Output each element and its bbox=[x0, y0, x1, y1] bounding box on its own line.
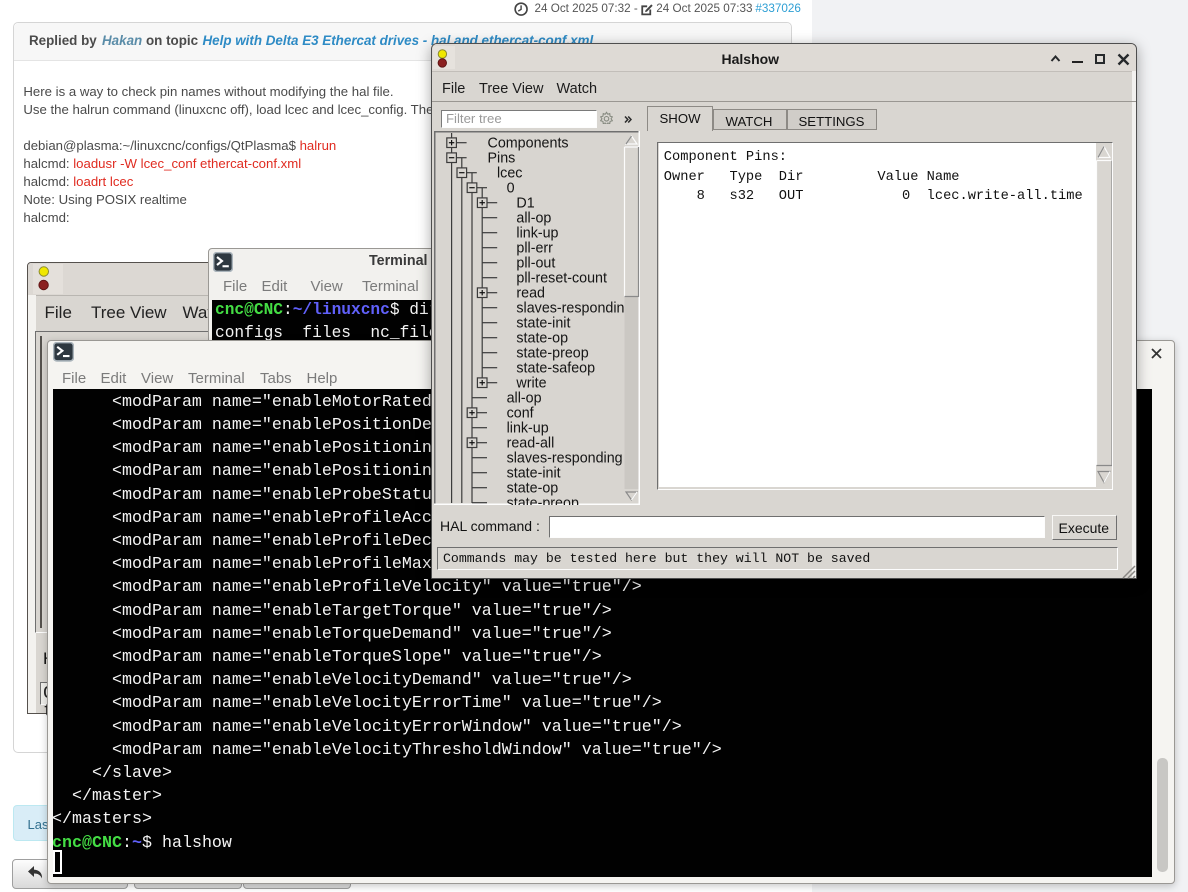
svg-text:pll-out: pll-out bbox=[516, 255, 555, 271]
svg-text:D1: D1 bbox=[516, 195, 534, 211]
svg-text:state-safeop: state-safeop bbox=[516, 360, 595, 376]
svg-text:state-preop: state-preop bbox=[506, 495, 578, 505]
svg-text:pll-reset-count: pll-reset-count bbox=[516, 270, 607, 286]
svg-text:write: write bbox=[515, 375, 546, 391]
svg-text:state-op: state-op bbox=[516, 330, 568, 346]
svg-text:link-up: link-up bbox=[516, 225, 558, 241]
svg-text:read-all: read-all bbox=[506, 435, 554, 451]
svg-text:all-op: all-op bbox=[506, 390, 541, 406]
svg-text:link-up: link-up bbox=[506, 420, 548, 436]
svg-text:state-init: state-init bbox=[516, 315, 570, 331]
svg-text:Pins: Pins bbox=[487, 150, 515, 166]
svg-text:all-op: all-op bbox=[516, 210, 551, 226]
svg-text:Components: Components bbox=[487, 135, 568, 151]
svg-text:state-preop: state-preop bbox=[516, 345, 588, 361]
svg-text:read: read bbox=[516, 285, 545, 301]
svg-text:state-init: state-init bbox=[506, 465, 560, 481]
svg-text:slaves-responding: slaves-responding bbox=[506, 450, 622, 466]
svg-text:0: 0 bbox=[506, 180, 514, 196]
svg-text:pll-err: pll-err bbox=[516, 240, 553, 256]
svg-text:lcec: lcec bbox=[497, 165, 522, 181]
svg-text:slaves-responding: slaves-responding bbox=[516, 300, 632, 316]
svg-text:conf: conf bbox=[506, 405, 533, 421]
svg-text:state-op: state-op bbox=[506, 480, 558, 496]
